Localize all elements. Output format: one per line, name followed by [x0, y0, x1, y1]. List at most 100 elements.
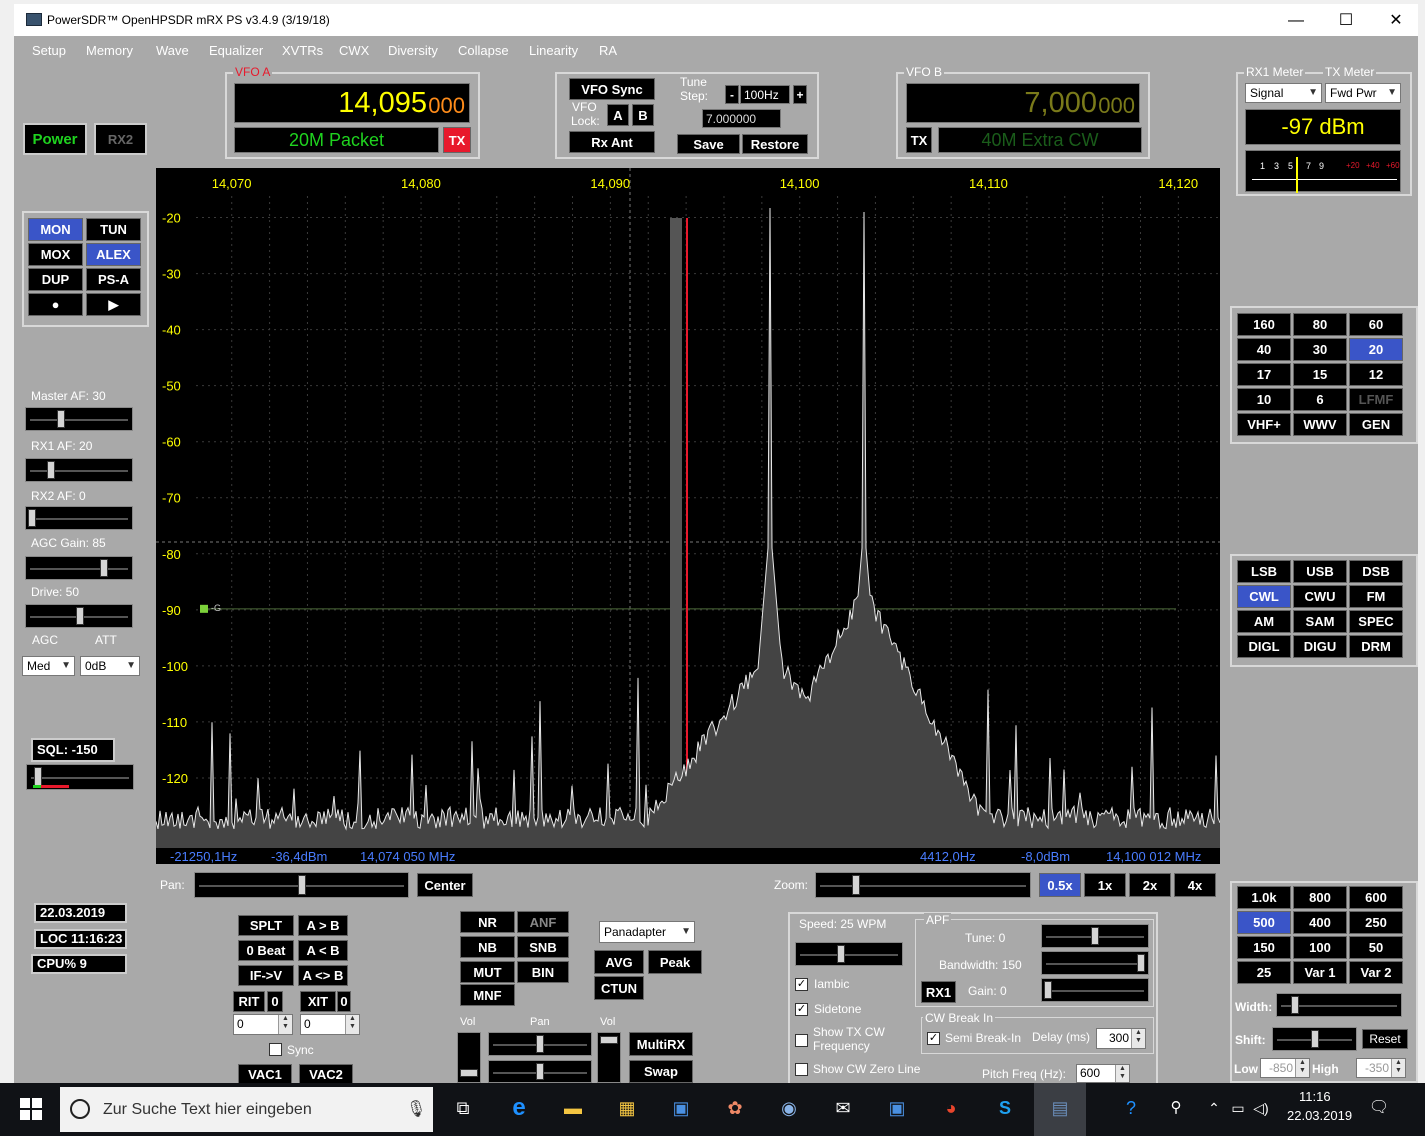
zoom-1x-button[interactable]: 1x [1084, 873, 1126, 897]
powersdr-taskbar-button[interactable]: ▤ [1034, 1083, 1086, 1136]
vfo-lock-b-button[interactable]: B [632, 104, 654, 126]
task-view-icon[interactable]: ⧉ [450, 1095, 476, 1121]
people-icon[interactable]: ⚲ [1163, 1095, 1189, 1121]
minimize-button[interactable]: — [1276, 10, 1316, 32]
app-icon-4[interactable]: ▣ [884, 1095, 910, 1121]
filter-reset-button[interactable]: Reset [1362, 1029, 1408, 1049]
rx-meter-select[interactable]: Signal ▼ [1245, 83, 1322, 103]
vfo-lock-a-button[interactable]: A [607, 104, 629, 126]
vfo-b-display[interactable]: 7,000 000 [906, 83, 1140, 123]
tx-mox-button[interactable]: MOX [28, 243, 83, 266]
file-explorer-icon[interactable]: ▬ [560, 1095, 586, 1121]
nr-button[interactable]: NR [460, 911, 515, 933]
filter-high-field[interactable]: -350 ▲ ▼ [1356, 1058, 1406, 1078]
mute-button[interactable]: MUT [460, 961, 515, 983]
menu-memory[interactable]: Memory [86, 43, 133, 58]
menu-setup[interactable]: Setup [32, 43, 66, 58]
rit-button[interactable]: RIT [233, 991, 265, 1012]
multirx-button[interactable]: MultiRX [629, 1032, 693, 1056]
zoom-0-5x-button[interactable]: 0.5x [1039, 873, 1081, 897]
restore-button[interactable]: Restore [742, 134, 808, 154]
filter-low-field[interactable]: -850 ▲ ▼ [1260, 1058, 1310, 1078]
band-gen-button[interactable]: GEN [1349, 413, 1403, 436]
tx-alex-button[interactable]: ALEX [86, 243, 141, 266]
agc-gain-slider[interactable] [25, 556, 133, 580]
vac1-button[interactable]: VAC1 [238, 1064, 292, 1083]
mode-digu-button[interactable]: DIGU [1293, 635, 1347, 658]
vfo-a-tx-button[interactable]: TX [443, 127, 471, 153]
tx-dup-button[interactable]: DUP [28, 268, 83, 291]
show-tx-cw-checkbox[interactable] [795, 1034, 808, 1047]
menu-diversity[interactable]: Diversity [388, 43, 438, 58]
menu-xvtrs[interactable]: XVTRs [282, 43, 323, 58]
filter-1-0k-button[interactable]: 1.0k [1237, 886, 1291, 909]
rx1-af-slider[interactable] [25, 458, 133, 482]
vfo-b-tx-button[interactable]: TX [906, 127, 932, 153]
band-80-button[interactable]: 80 [1293, 313, 1347, 336]
pan-rx2-slider[interactable] [488, 1060, 592, 1083]
mode-usb-button[interactable]: USB [1293, 560, 1347, 583]
band-10-button[interactable]: 10 [1237, 388, 1291, 411]
chrome-icon[interactable]: ◕ [938, 1095, 964, 1121]
xit-field[interactable]: 0 ▲ ▼ [300, 1014, 360, 1035]
vol1-slider[interactable] [457, 1032, 481, 1083]
peak-button[interactable]: Peak [648, 950, 702, 974]
vfo-sync-button[interactable]: VFO Sync [569, 78, 655, 100]
rx2-af-slider[interactable] [25, 506, 133, 530]
show-zero-line-checkbox[interactable] [795, 1063, 808, 1076]
show-hidden-icons[interactable]: ⌃ [1201, 1095, 1227, 1121]
zero-beat-button[interactable]: 0 Beat [238, 940, 294, 961]
semi-break-in-checkbox[interactable]: ✓ [927, 1032, 940, 1045]
step-value[interactable]: 100Hz [740, 85, 790, 104]
microphone-icon[interactable]: 🎙 [406, 1099, 426, 1119]
sync-checkbox[interactable] [269, 1043, 282, 1056]
filter-width-slider[interactable] [1276, 993, 1402, 1017]
step-plus-button[interactable]: + [793, 85, 807, 104]
volume-icon[interactable]: ◁) [1248, 1095, 1274, 1121]
filter-400-button[interactable]: 400 [1293, 911, 1347, 934]
nb-button[interactable]: NB [460, 936, 515, 958]
anf-button[interactable]: ANF [517, 911, 569, 933]
apf-tune-slider[interactable] [1041, 924, 1149, 948]
bin-button[interactable]: BIN [517, 961, 569, 983]
mode-cwu-button[interactable]: CWU [1293, 585, 1347, 608]
agc-select[interactable]: Med ▼ [22, 656, 75, 676]
mnf-button[interactable]: MNF [460, 984, 515, 1006]
menu-ra[interactable]: RA [599, 43, 617, 58]
app-icon-3[interactable]: ◉ [776, 1095, 802, 1121]
avg-button[interactable]: AVG [594, 950, 644, 974]
band-wwv-button[interactable]: WWV [1293, 413, 1347, 436]
taskbar-time[interactable]: 11:16 [1299, 1089, 1331, 1104]
iambic-checkbox[interactable]: ✓ [795, 978, 808, 991]
delay-field[interactable]: 300 ▲ ▼ [1096, 1028, 1146, 1049]
menu-equalizer[interactable]: Equalizer [209, 43, 263, 58]
menu-linearity[interactable]: Linearity [529, 43, 578, 58]
sidetone-checkbox[interactable]: ✓ [795, 1003, 808, 1016]
maximize-button[interactable]: ☐ [1326, 10, 1366, 32]
zoom-slider[interactable] [815, 872, 1031, 898]
windows-start-icon[interactable] [20, 1098, 42, 1120]
pan-rx1-slider[interactable] [488, 1032, 592, 1056]
mode-drm-button[interactable]: DRM [1349, 635, 1403, 658]
b-to-a-button[interactable]: A < B [298, 940, 348, 961]
app-icon-2[interactable]: ✿ [722, 1095, 748, 1121]
save-button[interactable]: Save [677, 134, 740, 154]
snb-button[interactable]: SNB [517, 936, 569, 958]
mode-digl-button[interactable]: DIGL [1237, 635, 1291, 658]
close-button[interactable]: ✕ [1376, 10, 1416, 32]
center-button[interactable]: Center [417, 873, 473, 897]
mode-am-button[interactable]: AM [1237, 610, 1291, 633]
menu-wave[interactable]: Wave [156, 43, 189, 58]
display-mode-select[interactable]: Panadapter ▼ [599, 921, 695, 943]
ctun-button[interactable]: CTUN [594, 976, 644, 1000]
att-select[interactable]: 0dB ▼ [80, 656, 140, 676]
vac2-button[interactable]: VAC2 [299, 1064, 353, 1083]
mode-sam-button[interactable]: SAM [1293, 610, 1347, 633]
zoom-4x-button[interactable]: 4x [1174, 873, 1216, 897]
mode-cwl-button[interactable]: CWL [1237, 585, 1291, 608]
filter-150-button[interactable]: 150 [1237, 936, 1291, 959]
filter-800-button[interactable]: 800 [1293, 886, 1347, 909]
apf-rx1-button[interactable]: RX1 [921, 981, 956, 1003]
tx-play-button[interactable]: ▶ [86, 293, 141, 316]
drive-slider[interactable] [25, 604, 133, 628]
